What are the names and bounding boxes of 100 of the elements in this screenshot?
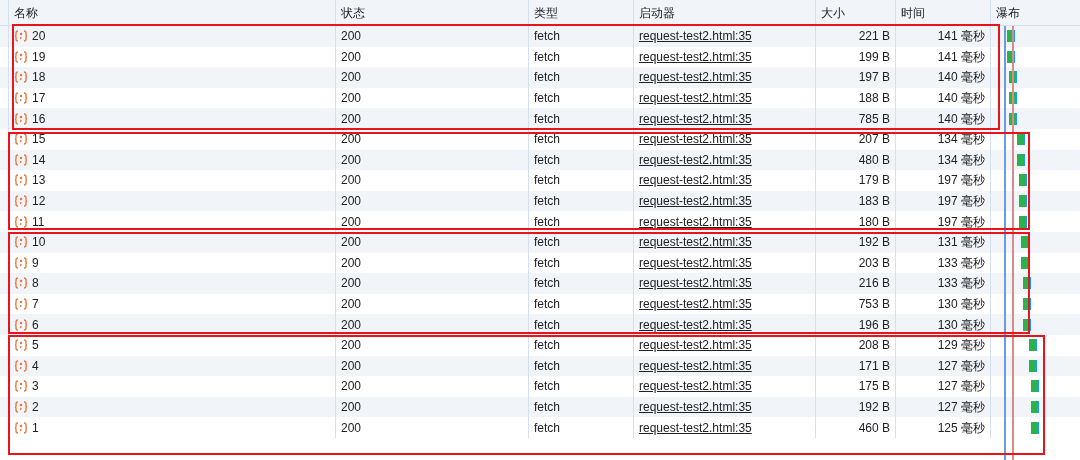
status-code: 200 [341,275,362,293]
request-type: fetch [534,48,560,66]
initiator-link[interactable]: request-test2.html:35 [639,68,752,87]
column-header[interactable]: 启动器 [639,3,675,22]
time-value: 197 毫秒 [937,172,985,190]
size-value: 188 B [858,90,890,108]
status-code: 200 [341,110,362,128]
request-name[interactable]: 20 [32,27,46,46]
time-value: 127 毫秒 [937,399,985,416]
request-name[interactable]: 16 [32,109,46,128]
request-type: fetch [534,254,560,272]
waterfall-bar [1019,174,1027,187]
fetch-icon [14,50,28,63]
request-type: fetch [534,213,560,231]
waterfall-bar [1029,359,1037,372]
fetch-icon [14,133,28,146]
time-value: 141 毫秒 [937,28,985,46]
column-header[interactable]: 状态 [341,3,365,22]
initiator-link[interactable]: request-test2.html:35 [639,212,752,231]
column-header[interactable]: 时间 [901,3,925,22]
waterfall-bar [1023,277,1031,290]
request-name[interactable]: 6 [32,315,39,334]
time-value: 130 毫秒 [937,316,985,334]
waterfall-bar [1023,318,1031,331]
status-code: 200 [341,254,362,272]
initiator-link[interactable]: request-test2.html:35 [639,150,752,169]
column-header[interactable]: 类型 [534,3,558,22]
status-code: 200 [341,234,362,252]
size-value: 175 B [858,378,890,396]
request-name[interactable]: 17 [32,89,46,108]
initiator-link[interactable]: request-test2.html:35 [639,130,752,149]
initiator-link[interactable]: request-test2.html:35 [639,171,752,190]
initiator-link[interactable]: request-test2.html:35 [639,27,752,46]
initiator-link[interactable]: request-test2.html:35 [639,418,752,437]
fetch-icon [14,298,28,310]
fetch-icon [14,256,28,269]
initiator-link[interactable]: request-test2.html:35 [639,109,752,128]
status-code: 200 [341,378,362,396]
fetch-icon [14,401,28,413]
request-name[interactable]: 8 [32,274,39,293]
column-header[interactable]: 名称 [14,3,38,22]
request-name[interactable]: 15 [32,130,46,149]
request-name[interactable]: 18 [32,68,46,87]
column-header[interactable]: 大小 [821,3,845,22]
request-name[interactable]: 3 [32,377,39,396]
request-type: fetch [534,69,560,87]
request-name[interactable]: 11 [32,212,45,231]
request-type: fetch [534,337,560,355]
request-name[interactable]: 9 [32,253,39,272]
request-name[interactable]: 2 [32,398,39,416]
request-name[interactable]: 4 [32,356,39,375]
status-code: 200 [341,357,362,375]
initiator-link[interactable]: request-test2.html:35 [639,315,752,334]
initiator-link[interactable]: request-test2.html:35 [639,336,752,355]
request-name[interactable]: 19 [32,47,46,66]
request-type: fetch [534,316,560,334]
request-name[interactable]: 5 [32,336,39,355]
request-name[interactable]: 10 [32,233,46,252]
time-value: 127 毫秒 [937,357,985,375]
time-value: 133 毫秒 [937,254,985,272]
status-code: 200 [341,316,362,334]
initiator-link[interactable]: request-test2.html:35 [639,356,752,375]
request-name[interactable]: 7 [32,295,39,313]
initiator-link[interactable]: request-test2.html:35 [639,233,752,252]
size-value: 183 B [858,193,890,211]
initiator-link[interactable]: request-test2.html:35 [639,295,752,313]
size-value: 179 B [858,172,890,190]
column-header[interactable]: 瀑布 [996,3,1020,22]
waterfall-bar [1017,153,1025,166]
time-value: 140 毫秒 [937,110,985,128]
initiator-link[interactable]: request-test2.html:35 [639,192,752,211]
time-value: 141 毫秒 [937,48,985,66]
status-code: 200 [341,337,362,355]
initiator-link[interactable]: request-test2.html:35 [639,398,752,416]
request-name[interactable]: 1 [32,418,39,437]
request-type: fetch [534,131,560,149]
waterfall-bar [1019,215,1027,228]
initiator-link[interactable]: request-test2.html:35 [639,47,752,66]
size-value: 196 B [858,316,890,334]
time-value: 140 毫秒 [937,90,985,108]
request-name[interactable]: 12 [32,192,46,211]
request-name[interactable]: 14 [32,150,46,169]
initiator-link[interactable]: request-test2.html:35 [639,377,752,396]
fetch-icon [14,318,28,331]
time-value: 140 毫秒 [937,69,985,87]
request-type: fetch [534,151,560,169]
request-type: fetch [534,399,560,416]
time-value: 197 毫秒 [937,213,985,231]
status-code: 200 [341,172,362,190]
fetch-icon [14,421,28,434]
size-value: 207 B [858,131,890,149]
initiator-link[interactable]: request-test2.html:35 [639,253,752,272]
status-code: 200 [341,419,362,437]
fetch-icon [14,359,28,372]
fetch-icon [14,215,28,228]
waterfall-bar [1031,401,1039,413]
request-type: fetch [534,378,560,396]
request-name[interactable]: 13 [32,171,46,190]
initiator-link[interactable]: request-test2.html:35 [639,89,752,108]
initiator-link[interactable]: request-test2.html:35 [639,274,752,293]
